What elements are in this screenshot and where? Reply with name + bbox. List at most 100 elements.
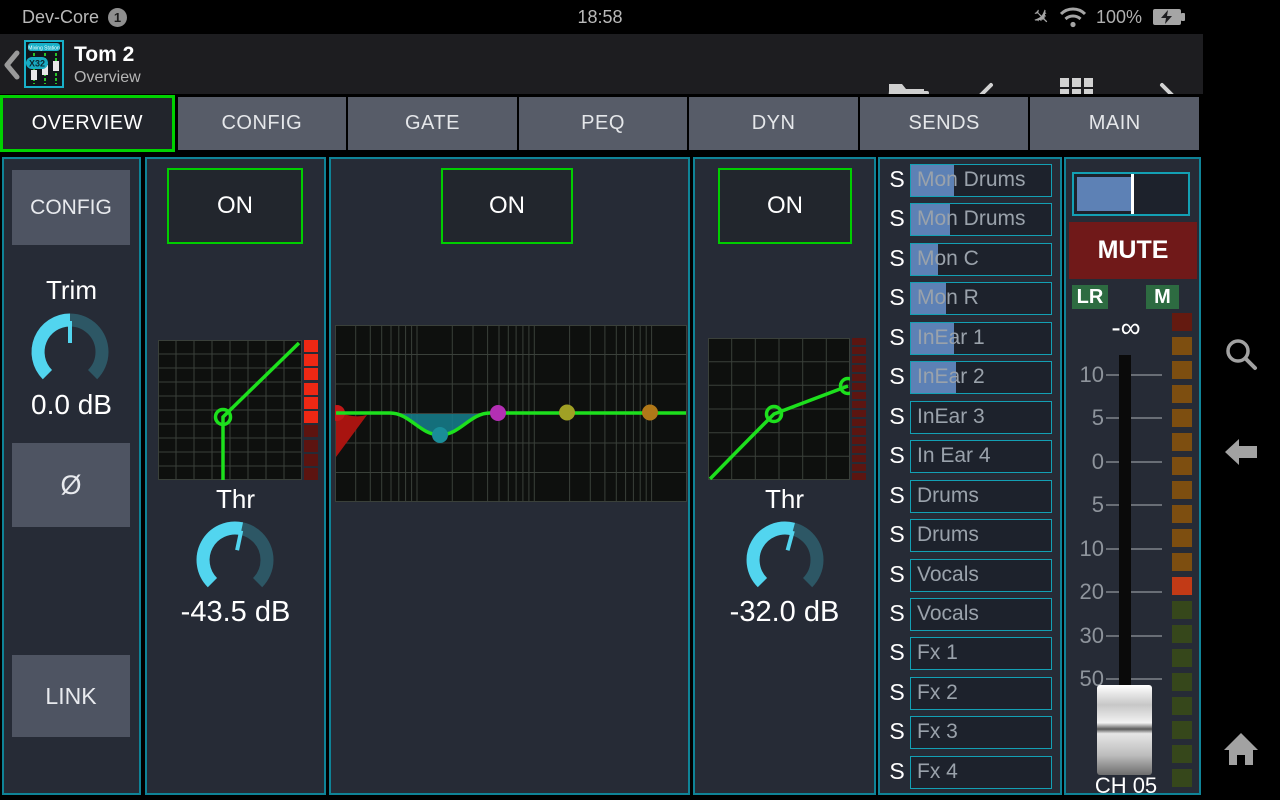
send-prefix: S — [884, 166, 910, 193]
gate-thr-knob[interactable] — [190, 515, 280, 605]
sends-list: SMon Drums SMon Drums SMon C SMon R SInE… — [882, 164, 1059, 790]
send-row: SVocals — [882, 559, 1059, 593]
tab-config[interactable]: CONFIG — [178, 97, 347, 150]
gate-thr-value: -43.5 dB — [147, 596, 324, 629]
send-button[interactable]: InEar 1 — [910, 322, 1052, 355]
send-button[interactable]: Drums — [910, 519, 1052, 552]
gate-on-button[interactable]: ON — [167, 168, 303, 244]
peq-on-button[interactable]: ON — [441, 168, 573, 244]
gate-panel: ON Thr -43.5 dB — [145, 157, 326, 795]
clock: 18:58 — [0, 7, 1200, 28]
peq-band2-handle[interactable] — [432, 427, 448, 443]
scale-label: 5 — [1068, 493, 1104, 517]
send-row: S Mon R — [882, 282, 1059, 316]
send-button[interactable]: Mon C — [910, 243, 1052, 276]
peq-curve-graph[interactable] — [335, 325, 687, 502]
send-prefix: S — [884, 561, 910, 588]
peq-band5-handle[interactable] — [642, 405, 658, 421]
send-button[interactable]: InEar 2 — [910, 361, 1052, 394]
app-header: Mixing Station X32 Tom 2 Overview — [0, 34, 1203, 94]
tab-gate[interactable]: GATE — [348, 97, 517, 150]
dyn-thr-knob[interactable] — [740, 515, 830, 605]
send-button[interactable]: Drums — [910, 480, 1052, 513]
send-row: SMon C — [882, 243, 1059, 277]
gate-curve-graph[interactable] — [158, 340, 302, 480]
send-name: Fx 4 — [917, 760, 958, 784]
send-prefix: S — [884, 442, 910, 469]
pan-fill — [1077, 177, 1131, 211]
tab-overview[interactable]: OVERVIEW — [0, 95, 175, 152]
send-name: Mon C — [917, 247, 979, 271]
send-name: Mon Drums — [917, 207, 1026, 231]
page-title: Tom 2 — [74, 42, 141, 68]
scale-label: 30 — [1068, 624, 1104, 648]
send-prefix: S — [884, 679, 910, 706]
gate-meter — [304, 340, 318, 480]
send-name: Fx 2 — [917, 681, 958, 705]
send-prefix: S — [884, 403, 910, 430]
tab-main[interactable]: MAIN — [1030, 97, 1199, 150]
channel-label: CH 05 — [1066, 773, 1186, 799]
send-row: SInEar 2 — [882, 361, 1059, 395]
send-row: S Vocals — [882, 598, 1059, 632]
send-name: Vocals — [917, 602, 979, 626]
scale-label: 10 — [1068, 363, 1104, 387]
header-right-gap — [1203, 34, 1280, 94]
back-arrow-icon — [1223, 436, 1259, 468]
send-button[interactable]: InEar 3 — [910, 401, 1052, 434]
drawer-chevron-icon[interactable] — [3, 50, 21, 80]
send-button[interactable]: Vocals — [910, 559, 1052, 592]
mono-assign-badge[interactable]: M — [1146, 285, 1179, 309]
send-name: Mon R — [917, 286, 979, 310]
send-button[interactable]: Fx 1 — [910, 637, 1052, 670]
dyn-curve-graph[interactable] — [708, 338, 850, 480]
fader-level-value: -∞ — [1066, 312, 1186, 344]
scale-label: 10 — [1068, 537, 1104, 561]
send-row: SDrums — [882, 480, 1059, 514]
fader-cap[interactable] — [1097, 685, 1152, 775]
send-prefix: S — [884, 324, 910, 351]
send-button[interactable]: Fx 2 — [910, 677, 1052, 710]
send-row: SMon Drums — [882, 164, 1059, 198]
scale-tick — [1106, 635, 1162, 637]
lr-assign-badge[interactable]: LR — [1072, 285, 1108, 309]
send-row: S Fx 4 — [882, 756, 1059, 790]
app-icon-badge: X32 — [29, 59, 45, 69]
channel-meter — [1172, 313, 1192, 787]
send-button[interactable]: Mon R — [910, 282, 1052, 315]
pan-slider[interactable] — [1072, 172, 1190, 216]
send-button[interactable]: Fx 3 — [910, 716, 1052, 749]
phase-button[interactable]: Ø — [12, 443, 130, 527]
search-button[interactable] — [1221, 334, 1261, 374]
send-row: SInEar 1 — [882, 322, 1059, 356]
send-button[interactable]: In Ear 4 — [910, 440, 1052, 473]
scale-label: 5 — [1068, 406, 1104, 430]
send-button[interactable]: Mon Drums — [910, 164, 1052, 197]
send-prefix: S — [884, 600, 910, 627]
send-button[interactable]: Fx 4 — [910, 756, 1052, 789]
mute-button[interactable]: MUTE — [1069, 222, 1197, 279]
peq-band4-handle[interactable] — [559, 405, 575, 421]
app-icon[interactable]: Mixing Station X32 — [24, 40, 64, 88]
back-button[interactable] — [1221, 432, 1261, 472]
tab-dyn[interactable]: DYN — [689, 97, 858, 150]
peq-band3-handle[interactable] — [490, 405, 506, 421]
dyn-on-button[interactable]: ON — [718, 168, 852, 244]
config-button[interactable]: CONFIG — [12, 170, 130, 245]
send-button[interactable]: Mon Drums — [910, 203, 1052, 236]
scale-tick — [1106, 504, 1162, 506]
send-prefix: S — [884, 284, 910, 311]
home-button[interactable] — [1221, 729, 1261, 769]
send-name: InEar 2 — [917, 365, 985, 389]
battery-percent: 100% — [1096, 7, 1142, 28]
tab-sends[interactable]: SENDS — [860, 97, 1029, 150]
peq-panel: ON — [329, 157, 690, 795]
send-row: SFx 1 — [882, 637, 1059, 671]
send-button[interactable]: Vocals — [910, 598, 1052, 631]
send-prefix: S — [884, 758, 910, 785]
link-button[interactable]: LINK — [12, 655, 130, 737]
send-name: In Ear 4 — [917, 444, 991, 468]
send-row: SDrums — [882, 519, 1059, 553]
trim-knob[interactable] — [25, 307, 115, 397]
tab-peq[interactable]: PEQ — [519, 97, 688, 150]
